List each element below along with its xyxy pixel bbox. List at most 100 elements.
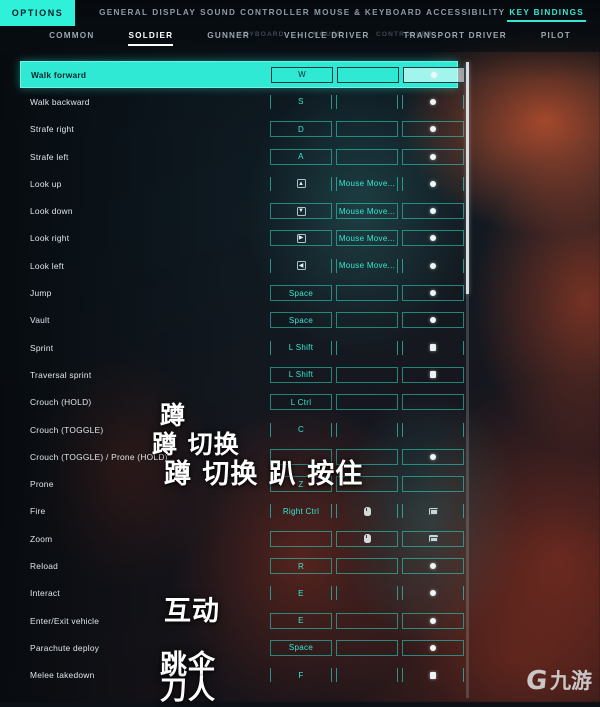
mouse-binding-cell[interactable] [336, 639, 398, 656]
mouse-binding-cell[interactable]: Mouse Move... [336, 203, 398, 220]
binding-row[interactable]: Look left ◀ Mouse Move... [20, 252, 464, 279]
binding-row[interactable]: Fire Right Ctrl [20, 498, 464, 525]
keyboard-binding-cell[interactable]: ▶ [270, 230, 332, 247]
mouse-binding-cell[interactable] [336, 530, 398, 547]
keyboard-binding-cell[interactable]: F [270, 667, 332, 683]
mouse-binding-cell[interactable] [336, 503, 398, 519]
mouse-binding-cell[interactable] [336, 121, 398, 138]
sub-tab-pilot[interactable]: PILOT [541, 31, 571, 47]
controller-binding-cell[interactable] [403, 66, 465, 83]
binding-row[interactable]: Sprint L Shift [20, 334, 464, 361]
binding-row[interactable]: Vault Space [20, 307, 464, 334]
sub-tab-common[interactable]: COMMON [49, 31, 94, 47]
controller-binding-cell[interactable] [402, 176, 464, 192]
binding-row[interactable]: Enter/Exit vehicle E [20, 607, 464, 634]
keyboard-binding-cell[interactable]: Right Ctrl [270, 503, 332, 519]
sub-tab-gunner[interactable]: GUNNER [207, 31, 250, 47]
binding-row[interactable]: Traversal sprint L Shift [20, 361, 464, 388]
keyboard-binding-cell[interactable]: R [270, 558, 332, 575]
keyboard-binding-cell[interactable]: E [270, 585, 332, 601]
controller-binding-cell[interactable] [402, 312, 464, 329]
main-tab-sound[interactable]: SOUND [198, 2, 238, 24]
controller-binding-cell[interactable] [402, 230, 464, 247]
binding-row[interactable]: Jump Space [20, 279, 464, 306]
mouse-binding-cell[interactable] [336, 148, 398, 165]
binding-row[interactable]: Strafe left A [20, 143, 464, 170]
keyboard-binding-cell[interactable]: ▲ [270, 176, 332, 192]
controller-binding-cell[interactable] [402, 503, 464, 519]
keyboard-binding-cell[interactable] [270, 530, 332, 547]
mouse-binding-cell[interactable] [336, 585, 398, 601]
keyboard-binding-cell[interactable]: Space [270, 312, 332, 329]
binding-row[interactable]: Strafe right D [20, 116, 464, 143]
mouse-binding-cell[interactable] [336, 667, 398, 683]
main-tab-display[interactable]: DISPLAY [150, 2, 198, 24]
main-tab-general[interactable]: GENERAL [97, 2, 150, 24]
controller-binding-cell[interactable] [402, 94, 464, 110]
binding-row[interactable]: Look down ▼ Mouse Move... [20, 198, 464, 225]
mouse-binding-cell[interactable] [336, 312, 398, 329]
controller-binding-cell[interactable] [402, 285, 464, 302]
controller-binding-cell[interactable] [402, 558, 464, 575]
scrollbar-thumb[interactable] [466, 62, 469, 294]
mouse-binding-cell[interactable] [336, 394, 398, 411]
controller-binding-cell[interactable] [402, 366, 464, 383]
main-tab-controller[interactable]: CONTROLLER [238, 2, 312, 24]
keyboard-binding-cell[interactable]: ▼ [270, 203, 332, 220]
mouse-binding-cell[interactable] [336, 558, 398, 575]
mouse-binding-cell[interactable] [336, 612, 398, 629]
controller-binding-cell[interactable] [402, 340, 464, 356]
controller-binding-cell[interactable] [402, 530, 464, 547]
mouse-binding-cell[interactable]: Mouse Move... [336, 230, 398, 247]
controller-binding-cell[interactable] [402, 203, 464, 220]
keyboard-binding-cell[interactable]: S [270, 94, 332, 110]
keyboard-binding-cell[interactable]: A [270, 148, 332, 165]
keyboard-binding-cell[interactable]: ◀ [270, 258, 332, 274]
scrollbar-track[interactable] [466, 62, 469, 698]
keyboard-binding-cell[interactable]: L Ctrl [270, 394, 332, 411]
controller-binding-cell[interactable] [402, 639, 464, 656]
keyboard-binding-cell[interactable]: E [270, 612, 332, 629]
main-tab-key-bindings[interactable]: KEY BINDINGS [507, 2, 586, 24]
binding-row[interactable]: Melee takedown F [20, 662, 464, 689]
controller-binding-cell[interactable] [402, 394, 464, 411]
mouse-binding-cell[interactable] [336, 422, 398, 438]
binding-row[interactable]: Reload R [20, 552, 464, 579]
mouse-binding-cell[interactable] [336, 94, 398, 110]
controller-binding-cell[interactable] [402, 667, 464, 683]
binding-row[interactable]: Parachute deploy Space [20, 634, 464, 661]
binding-row[interactable]: Crouch (HOLD) L Ctrl [20, 389, 464, 416]
mouse-binding-cell[interactable] [336, 366, 398, 383]
sub-tab-transport-driver[interactable]: TRANSPORT DRIVER [403, 31, 506, 47]
mouse-binding-cell[interactable] [336, 285, 398, 302]
main-tab-mouse-keyboard[interactable]: MOUSE & KEYBOARD [312, 2, 424, 24]
binding-row[interactable]: Look up ▲ Mouse Move... [20, 170, 464, 197]
keyboard-binding-cell[interactable]: Space [270, 639, 332, 656]
binding-row[interactable]: Walk backward S [20, 88, 464, 115]
binding-row[interactable]: Interact E [20, 580, 464, 607]
controller-binding-cell[interactable] [402, 476, 464, 493]
keyboard-binding-cell[interactable]: D [270, 121, 332, 138]
keyboard-binding-cell[interactable]: Space [270, 285, 332, 302]
keyboard-binding-cell[interactable]: C [270, 422, 332, 438]
controller-binding-cell[interactable] [402, 448, 464, 465]
mouse-binding-cell[interactable]: Mouse Move... [336, 176, 398, 192]
controller-binding-cell[interactable] [402, 585, 464, 601]
controller-binding-cell[interactable] [402, 121, 464, 138]
mouse-binding-cell[interactable]: Mouse Move... [336, 258, 398, 274]
controller-binding-cell[interactable] [402, 258, 464, 274]
binding-row[interactable]: Zoom [20, 525, 464, 552]
keyboard-binding-cell[interactable]: W [271, 66, 333, 83]
binding-row[interactable]: Look right ▶ Mouse Move... [20, 225, 464, 252]
keyboard-binding-cell[interactable]: L Shift [270, 366, 332, 383]
sub-tab-vehicle-driver[interactable]: VEHICLE DRIVER [284, 31, 370, 47]
controller-binding-cell[interactable] [402, 148, 464, 165]
mouse-binding-cell[interactable] [337, 66, 399, 83]
controller-binding-cell[interactable] [402, 612, 464, 629]
main-tab-accessibility[interactable]: ACCESSIBILITY [424, 2, 507, 24]
keyboard-binding-cell[interactable]: L Shift [270, 340, 332, 356]
mouse-binding-cell[interactable] [336, 340, 398, 356]
sub-tab-soldier[interactable]: SOLDIER [128, 31, 174, 47]
binding-row[interactable]: Walk forward W [20, 61, 465, 89]
controller-binding-cell[interactable] [402, 422, 464, 438]
